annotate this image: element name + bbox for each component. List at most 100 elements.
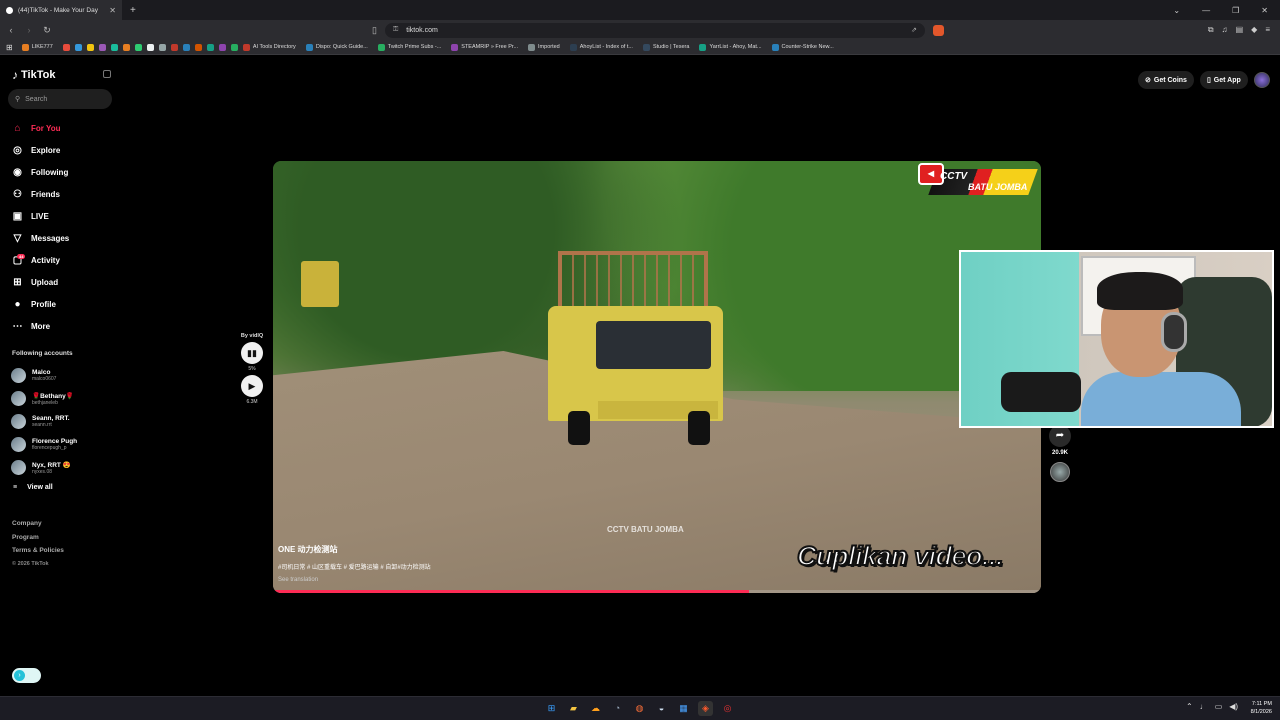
wallet-icon[interactable]: ◆ [1251, 25, 1257, 35]
bookmark-item[interactable]: AI Tools Directory [242, 43, 296, 51]
sidebar-item-for-you[interactable]: ⌂ For You [11, 117, 69, 139]
menu-icon[interactable]: ≡ [1265, 25, 1270, 35]
tab-list-icon[interactable]: ⌄ [1173, 6, 1180, 15]
see-translation-link[interactable]: See translation [278, 577, 431, 583]
bookmark-label: Twitch Prime Subs -... [387, 44, 442, 50]
bookmark-item[interactable]: YarrList - Ahoy, Mat... [699, 43, 762, 51]
bookmark-item[interactable]: STEAMRIP » Free Pr... [451, 43, 518, 51]
extensions-icon[interactable]: ⧉ [1208, 25, 1214, 35]
bookmark-item[interactable]: Dispo: Quick Guide... [305, 43, 368, 51]
sidebar-item-label: Activity [31, 255, 60, 265]
bookmark-favicon-icon[interactable] [146, 43, 154, 51]
bookmark-item[interactable]: Counter-Strike New... [771, 43, 834, 51]
apps-grid-icon[interactable]: ⊞ [6, 43, 13, 52]
start-icon[interactable]: ⊞ [544, 701, 559, 716]
footer-program[interactable]: Program [12, 531, 64, 545]
mic-tray-icon[interactable]: ♩ [1200, 702, 1208, 711]
stats-icon[interactable]: ▮▮ [241, 342, 263, 364]
theme-toggle[interactable]: › [12, 668, 41, 683]
chevron-up-icon[interactable]: ⌃ [1186, 702, 1193, 711]
bookmark-item[interactable]: AhoyList - Index of t... [569, 43, 633, 51]
bookmark-favicon-icon[interactable] [110, 43, 118, 51]
sidebar-item-live[interactable]: ▣ LIVE [11, 205, 69, 227]
firefox-icon[interactable]: ◍ [632, 701, 647, 716]
sidebar-item-more[interactable]: ⋯ More [11, 315, 69, 337]
share-icon[interactable]: ➦ [1049, 425, 1071, 447]
minimize-icon[interactable]: — [1202, 6, 1210, 15]
bookmark-favicon-icon[interactable] [62, 43, 70, 51]
back-icon[interactable]: ‹ [6, 25, 16, 35]
footer-terms[interactable]: Terms & Policies [12, 544, 64, 558]
recorder-icon[interactable]: ◎ [720, 701, 735, 716]
sidebar-item-explore[interactable]: ◎ Explore [11, 139, 69, 161]
bookmark-favicon-icon[interactable] [98, 43, 106, 51]
user-avatar[interactable] [1253, 72, 1270, 88]
forward-icon[interactable]: › [24, 25, 34, 35]
bookmark-favicon-icon[interactable] [206, 43, 214, 51]
sidebar-item-activity[interactable]: ▢ 44 Activity [11, 249, 69, 271]
video-player[interactable]: ◀ CCTV BATU JOMBA CCTV BATU JOMBA Cuplik… [273, 161, 1041, 593]
bookmark-item[interactable]: LIKE777 [21, 43, 53, 51]
sidebar-item-upload[interactable]: ⊞ Upload [11, 271, 69, 293]
bookmark-item[interactable]: Studio | Tesera [642, 43, 689, 51]
clock[interactable]: 7:11 PM 8/1/2026 [1240, 700, 1272, 716]
volume-icon[interactable]: ◀) [1229, 702, 1238, 711]
brave-icon[interactable]: ◈ [698, 701, 713, 716]
sidebar-item-profile[interactable]: ● Profile [11, 293, 69, 315]
close-window-icon[interactable]: ✕ [1261, 6, 1268, 15]
bookmark-favicon-icon[interactable] [86, 43, 94, 51]
share-url-icon[interactable]: ⇗ [911, 26, 917, 34]
bookmark-favicon-icon[interactable] [170, 43, 178, 51]
bookmark-favicon-icon[interactable] [230, 43, 238, 51]
following-account[interactable]: Seann, RRT. seann.rrt [11, 410, 77, 433]
bookmark-icon[interactable]: ▯ [372, 25, 377, 36]
tiktok-sidebar: ♪ TikTok ⚲ Search ⌂ For You ◎ Explore ◉ Follo… [0, 56, 124, 696]
sidebar-item-friends[interactable]: ⚇ Friends [11, 183, 69, 205]
play-icon[interactable]: ▶ [241, 375, 263, 397]
search-input[interactable]: ⚲ Search [8, 89, 112, 109]
following-account[interactable]: 🌹Bethany🌹 bethjaneleb [11, 387, 77, 410]
site-info-icon[interactable]: ⚿ [393, 26, 398, 34]
following-account[interactable]: Florence Pugh florencepugh_p [11, 433, 77, 456]
sidebar-toggle-icon[interactable]: ▤ [1236, 25, 1244, 35]
video-progress-bar[interactable] [273, 590, 1041, 593]
sound-avatar[interactable] [1050, 462, 1070, 482]
cloud-icon[interactable]: ☁ [588, 701, 603, 716]
bookmark-favicon-icon[interactable] [74, 43, 82, 51]
get-coins-button[interactable]: ⊘ Get Coins [1138, 71, 1194, 89]
bookmark-icon [451, 43, 459, 51]
reload-icon[interactable]: ↻ [42, 25, 52, 36]
get-app-button[interactable]: ▯ Get App [1199, 71, 1248, 89]
network-icon[interactable]: ▭ [1215, 702, 1223, 711]
obs-icon[interactable]: ◔ [610, 701, 625, 716]
following-account[interactable]: Nyx, RRT 😍 nyxes.08 [11, 456, 77, 479]
view-all-link[interactable]: ≡ View all [13, 484, 53, 491]
bookmark-item[interactable]: Twitch Prime Subs -... [377, 43, 442, 51]
video-hashtags[interactable]: #司机日常 # 山区重载车 # 爱巴路运输 # 自卸#动力检测站 [278, 562, 431, 571]
close-tab-icon[interactable]: ✕ [109, 6, 116, 15]
bookmark-favicon-icon[interactable] [158, 43, 166, 51]
browser-tab[interactable]: (44)TikTok - Make Your Day ✕ [0, 0, 122, 20]
footer-company[interactable]: Company [12, 517, 64, 531]
restore-icon[interactable]: ❐ [1232, 6, 1239, 15]
steam-icon[interactable]: ◒ [654, 701, 669, 716]
app-icon[interactable]: ▦ [676, 701, 691, 716]
bookmark-favicon-icon[interactable] [218, 43, 226, 51]
sidebar-item-messages[interactable]: ▽ Messages [11, 227, 70, 249]
bookmark-favicon-icon[interactable] [122, 43, 130, 51]
file-explorer-icon[interactable]: ▰ [566, 701, 581, 716]
bookmark-favicon-icon[interactable] [194, 43, 202, 51]
bookmark-favicon-icon[interactable] [134, 43, 142, 51]
bookmark-item[interactable]: Imported [528, 43, 560, 51]
following-account[interactable]: Malco malco0607 [11, 364, 77, 387]
sidebar-item-following[interactable]: ◉ Following [11, 161, 69, 183]
video-author[interactable]: ONE 动力检测站 [278, 544, 431, 555]
brave-shield-icon[interactable] [932, 24, 944, 36]
new-tab-icon[interactable]: + [130, 5, 136, 16]
tiktok-logo[interactable]: ♪ TikTok [12, 68, 55, 82]
bookmark-favicon-icon[interactable] [182, 43, 190, 51]
collapse-sidebar-icon[interactable] [103, 70, 111, 78]
url-bar[interactable]: ⚿ tiktok.com ⇗ [384, 22, 925, 38]
vidiq-percent: 5% [248, 366, 256, 372]
media-icon[interactable]: ♫ [1222, 25, 1228, 35]
